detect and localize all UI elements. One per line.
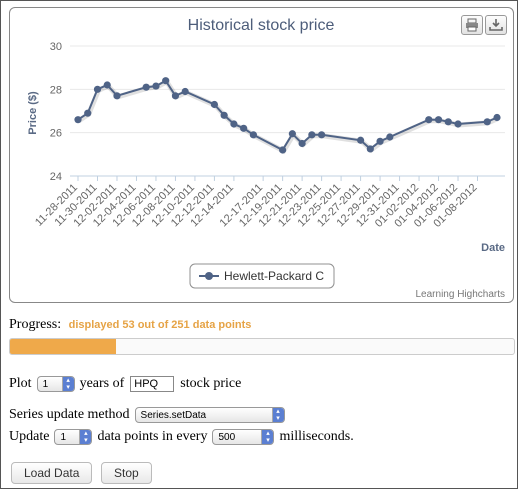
- update-points-value: 1: [60, 431, 66, 443]
- data-point: [171, 92, 180, 100]
- export-chart-button[interactable]: [485, 15, 507, 35]
- load-data-button[interactable]: Load Data: [11, 462, 93, 484]
- years-select[interactable]: 1 ▴ ▾: [36, 376, 75, 392]
- method-select[interactable]: Series.setData ▴ ▾: [134, 407, 285, 423]
- stop-button[interactable]: Stop: [101, 462, 152, 484]
- data-point: [318, 131, 326, 139]
- data-point: [298, 139, 306, 148]
- data-point: [444, 118, 452, 126]
- points-label: data points in every: [97, 429, 208, 444]
- legend-marker: [205, 272, 213, 280]
- y-axis-title: Price ($): [27, 91, 39, 135]
- y-tick-label: 24: [50, 171, 62, 183]
- chart-svg: Historical stock price 24 26 28 30 Price ($…: [27, 17, 505, 289]
- app-frame: Historical stock price 24 26 28 30 Price ($…: [0, 0, 518, 489]
- data-point: [152, 82, 160, 90]
- data-point: [434, 116, 443, 124]
- x-axis-ticks: 11-28-201111-30-201112-02-201112-04-2011…: [33, 176, 480, 230]
- progress-row: Progress: displayed 53 out of 251 data p…: [9, 317, 251, 333]
- chart-credit[interactable]: Learning Highcharts: [416, 289, 506, 300]
- update-points-select[interactable]: 1 ▴ ▾: [54, 429, 93, 445]
- data-point: [249, 131, 257, 139]
- data-point: [288, 130, 296, 138]
- data-point: [93, 85, 102, 93]
- interval-select[interactable]: 500 ▴ ▾: [212, 429, 275, 445]
- data-point: [220, 111, 228, 119]
- stepper-icon: ▴ ▾: [271, 408, 284, 422]
- update-label: Update: [9, 429, 50, 444]
- data-point: [493, 113, 501, 122]
- years-value: 1: [42, 378, 49, 390]
- data-point: [230, 120, 238, 128]
- data-point: [240, 124, 248, 132]
- data-point: [74, 116, 82, 124]
- download-icon: [489, 19, 503, 31]
- plot-row: Plot 1 ▴▾ years of stock price: [9, 376, 241, 392]
- progress-bar-fill: [10, 339, 117, 354]
- data-point: [356, 136, 365, 144]
- legend[interactable]: Hewlett-Packard C: [189, 263, 335, 289]
- data-point: [425, 116, 433, 124]
- y-axis-ticks: 24 26 28 30: [50, 41, 62, 183]
- stepper-icon: ▴ ▾: [79, 430, 92, 444]
- y-tick-label: 30: [50, 41, 62, 53]
- interval-value: 500: [218, 431, 236, 443]
- legend-item-label[interactable]: Hewlett-Packard C: [224, 269, 324, 283]
- data-point: [113, 92, 121, 100]
- chart-title: Historical stock price: [188, 17, 335, 34]
- data-point: [454, 120, 462, 128]
- plot-label: Plot: [9, 376, 32, 391]
- symbol-suffix: stock price: [180, 376, 242, 391]
- method-label: Series update method: [9, 407, 130, 422]
- interval-label: milliseconds.: [279, 429, 354, 444]
- x-axis-title: Date: [481, 242, 505, 254]
- data-point: [483, 118, 491, 126]
- stock-chart: Historical stock price 24 26 28 30 Price ($…: [9, 7, 514, 303]
- y-tick-label: 28: [50, 84, 62, 96]
- method-value: Series.setData: [140, 409, 207, 421]
- stepper-icon: ▴ ▾: [61, 377, 74, 391]
- stepper-icon: ▴ ▾: [261, 430, 274, 444]
- data-point: [103, 81, 111, 89]
- symbol-input[interactable]: [130, 376, 175, 392]
- progress-label: Progress:: [9, 317, 62, 332]
- data-point: [162, 77, 170, 85]
- data-point: [308, 131, 316, 139]
- data-point: [142, 83, 150, 91]
- update-row: Update 1 ▴ ▾ data points in every 500 ▴ ▾ …: [9, 429, 354, 445]
- data-point: [181, 87, 189, 96]
- years-label: years of: [79, 376, 125, 391]
- y-tick-label: 26: [50, 128, 62, 140]
- progress-status: displayed 53 out of 251 data points: [68, 319, 252, 331]
- data-point: [210, 100, 219, 109]
- data-point: [376, 137, 384, 145]
- method-row: Series update method Series.setData ▴ ▾: [9, 407, 290, 423]
- series-hewlett-packard: [74, 77, 501, 155]
- data-point: [366, 145, 374, 153]
- grid-lines: [70, 45, 505, 177]
- print-icon: [466, 18, 478, 32]
- data-point: [279, 146, 287, 154]
- print-chart-button[interactable]: [461, 15, 483, 35]
- data-point: [386, 133, 394, 141]
- progress-bar: [9, 338, 515, 355]
- data-point: [84, 109, 92, 117]
